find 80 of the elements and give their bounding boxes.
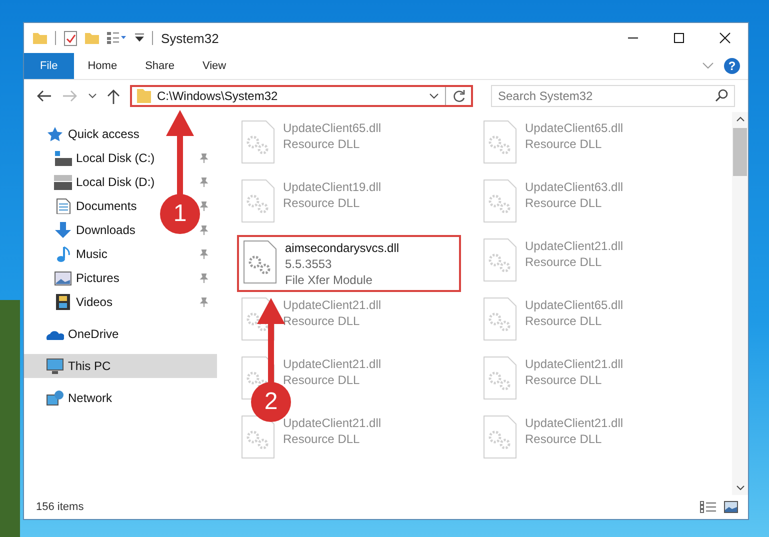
view-options-icon[interactable]: [107, 32, 127, 44]
document-icon: [54, 198, 72, 214]
file-name[interactable]: UpdateClient65.dll: [525, 120, 624, 136]
sidebar-item[interactable]: Local Disk (C:): [76, 151, 155, 165]
scroll-down-icon[interactable]: [736, 485, 744, 491]
details-view-icon[interactable]: [700, 501, 716, 513]
window-title: System32: [161, 30, 219, 46]
large-icons-view-icon[interactable]: [724, 501, 738, 513]
file-name[interactable]: UpdateClient19.dll: [283, 179, 382, 195]
file-name[interactable]: UpdateClient21.dll: [525, 238, 624, 254]
sidebar-item[interactable]: Documents: [76, 199, 137, 213]
gear-file-icon[interactable]: [243, 240, 277, 284]
file-name[interactable]: UpdateClient63.dll: [525, 179, 624, 195]
refresh-icon[interactable]: [452, 89, 466, 103]
folder-icon: [33, 32, 47, 44]
sidebar-item[interactable]: Music: [76, 247, 108, 261]
pin-icon[interactable]: [199, 201, 209, 211]
sidebar-item[interactable]: Videos: [76, 295, 112, 309]
sidebar-item[interactable]: Pictures: [76, 271, 120, 285]
file-detail: Resource DLL: [283, 431, 361, 447]
new-folder-icon[interactable]: [85, 32, 99, 44]
scroll-up-icon[interactable]: [736, 116, 744, 122]
search-icon[interactable]: [715, 89, 728, 102]
sidebar-item[interactable]: Downloads: [76, 223, 136, 237]
back-arrow-icon[interactable]: [36, 90, 52, 102]
pin-icon[interactable]: [199, 273, 209, 283]
drive-icon: [54, 150, 72, 166]
file-detail: Resource DLL: [525, 254, 603, 270]
file-detail: Resource DLL: [525, 372, 603, 388]
scrollbar-thumb[interactable]: [733, 128, 747, 176]
file-name[interactable]: UpdateClient21.dll: [525, 356, 624, 372]
sidebar-item[interactable]: OneDrive: [68, 327, 119, 341]
file-name[interactable]: aimsecondarysvcs.dll: [285, 240, 400, 256]
recent-caret-icon[interactable]: [88, 93, 97, 99]
file-name[interactable]: UpdateClient21.dll: [283, 297, 382, 313]
pin-icon[interactable]: [199, 249, 209, 259]
ribbon-tab[interactable]: Home: [74, 53, 132, 79]
file-name[interactable]: UpdateClient21.dll: [525, 415, 624, 431]
file-detail: Resource DLL: [525, 136, 603, 152]
sidebar-item[interactable]: This PC: [68, 359, 111, 373]
properties-icon[interactable]: [64, 30, 77, 46]
ribbon-tab[interactable]: View: [188, 53, 240, 79]
forward-arrow-icon[interactable]: [62, 90, 78, 102]
pin-icon[interactable]: [199, 297, 209, 307]
down-arrow-icon: [54, 222, 72, 238]
ribbon-tab[interactable]: File: [24, 53, 74, 79]
file-detail: Resource DLL: [283, 195, 361, 211]
file-detail: Resource DLL: [525, 195, 603, 211]
file-detail: Resource DLL: [525, 431, 603, 447]
address-field[interactable]: C:\Windows\System32: [130, 85, 473, 107]
item-count: 156 items: [36, 501, 84, 513]
pin-icon[interactable]: [199, 177, 209, 187]
music-note-icon: [54, 246, 72, 262]
pin-icon[interactable]: [199, 225, 209, 235]
network-icon: [46, 390, 64, 406]
sidebar-item[interactable]: Quick access: [68, 127, 140, 141]
picture-icon: [54, 270, 72, 286]
dropdown-caret-icon[interactable]: [429, 93, 439, 99]
file-name[interactable]: UpdateClient65.dll: [283, 120, 382, 136]
search-field[interactable]: Search System32: [491, 85, 735, 107]
file-name[interactable]: UpdateClient21.dll: [283, 356, 382, 372]
folder-icon: [137, 89, 151, 103]
drive-icon: [54, 174, 72, 190]
up-arrow-icon[interactable]: [107, 88, 120, 104]
file-detail: Resource DLL: [283, 136, 361, 152]
film-icon: [54, 294, 72, 310]
file-detail: Resource DLL: [525, 313, 603, 329]
expand-ribbon-icon[interactable]: [702, 62, 714, 70]
help-button[interactable]: ?: [724, 58, 740, 74]
file-name[interactable]: UpdateClient65.dll: [525, 297, 624, 313]
sidebar-item[interactable]: Network: [68, 391, 112, 405]
pin-icon[interactable]: [199, 153, 209, 163]
ribbon-tab[interactable]: Share: [131, 53, 188, 79]
star-icon: [46, 126, 64, 142]
file-detail: File Xfer Module: [285, 272, 374, 288]
file-detail: Resource DLL: [283, 313, 361, 329]
customize-caret-icon[interactable]: [135, 33, 144, 43]
file-detail: 5.5.3553: [285, 256, 333, 272]
monitor-icon: [46, 358, 64, 374]
sidebar-item[interactable]: Local Disk (D:): [76, 175, 155, 189]
